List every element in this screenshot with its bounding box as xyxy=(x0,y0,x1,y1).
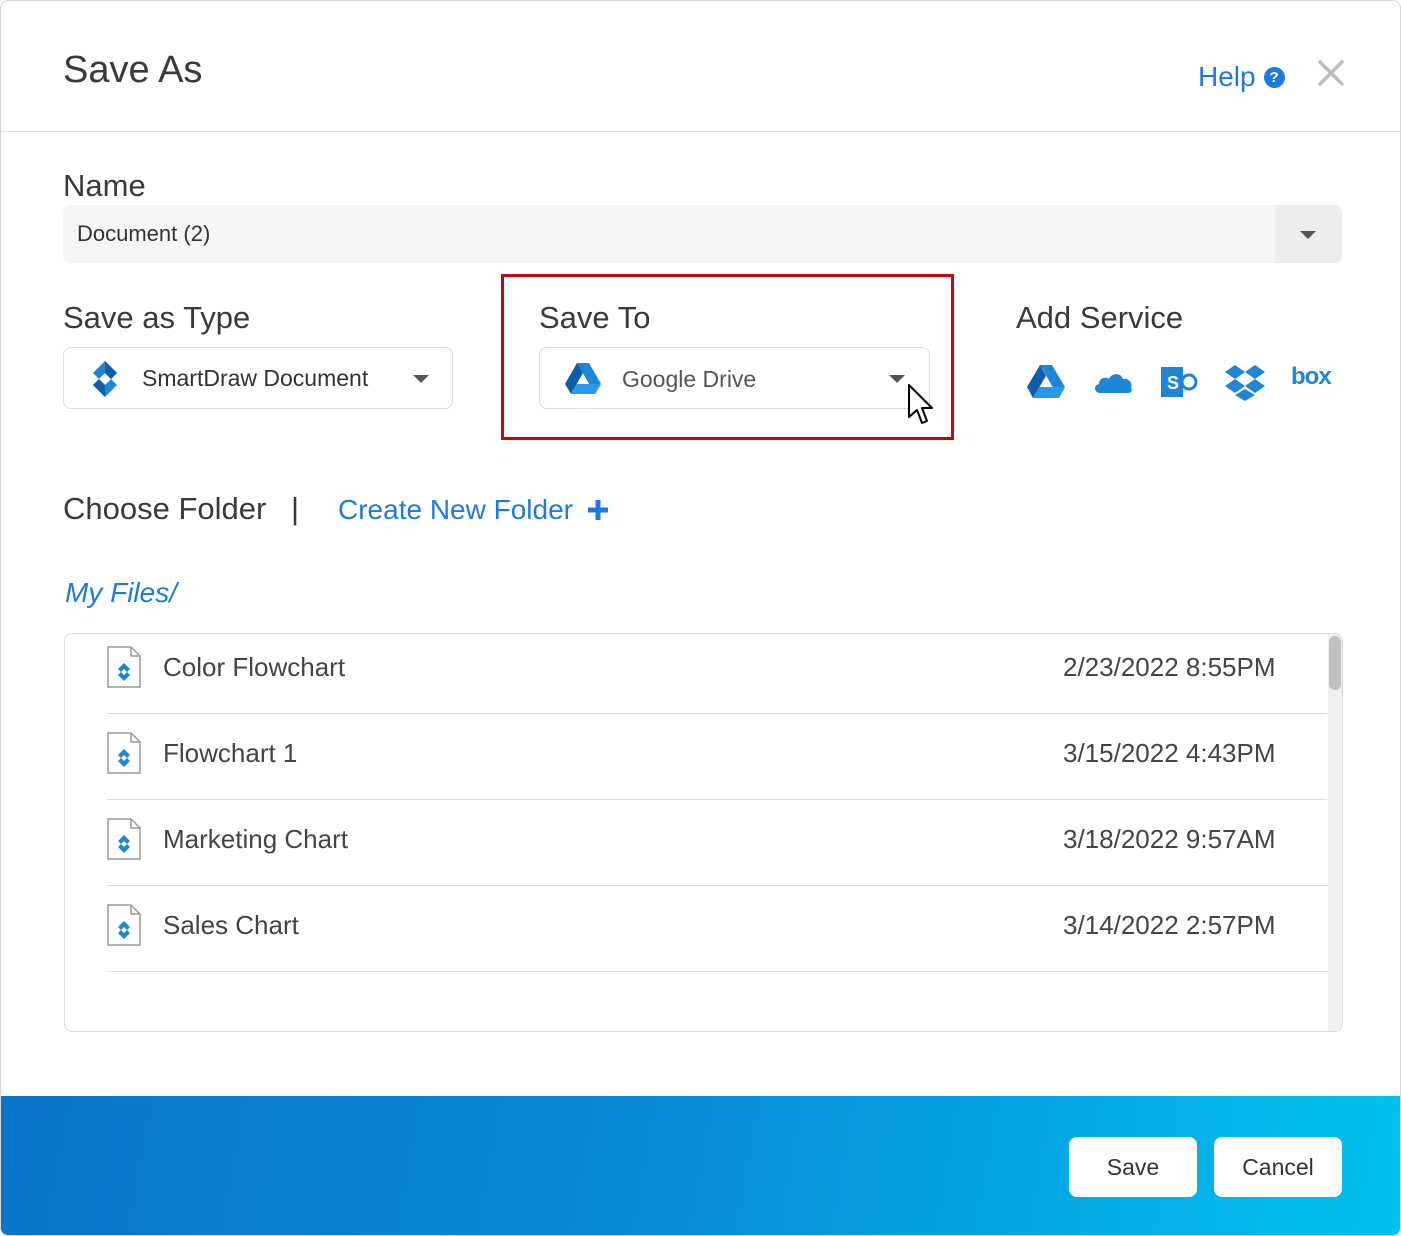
caret-down-icon xyxy=(889,375,905,383)
folder-separator: | xyxy=(291,491,300,526)
file-date: 3/18/2022 9:57AM xyxy=(1063,824,1276,854)
help-link[interactable]: Help ? xyxy=(1198,61,1285,93)
file-name: Marketing Chart xyxy=(163,824,348,854)
file-row[interactable]: Marketing Chart 3/18/2022 9:57AM xyxy=(107,800,1327,886)
onedrive-icon[interactable] xyxy=(1092,363,1134,401)
choose-folder-label: Choose Folder xyxy=(63,491,267,526)
file-date: 2/23/2022 8:55PM xyxy=(1063,652,1276,682)
file-name: Flowchart 1 xyxy=(163,738,298,768)
caret-down-icon xyxy=(1300,231,1316,239)
save-to-select[interactable]: Google Drive xyxy=(539,347,930,409)
smartdraw-file-icon xyxy=(107,646,141,688)
save-as-type-value: SmartDraw Document xyxy=(142,365,369,391)
add-service-label: Add Service xyxy=(1016,300,1184,335)
cancel-button[interactable]: Cancel xyxy=(1214,1137,1342,1197)
create-new-folder-link[interactable]: Create New Folder xyxy=(338,494,609,526)
breadcrumb[interactable]: My Files/ xyxy=(65,577,177,609)
scrollbar[interactable] xyxy=(1328,634,1342,1031)
help-label: Help xyxy=(1198,61,1256,92)
box-icon[interactable]: box xyxy=(1291,363,1332,391)
mouse-pointer-icon xyxy=(908,384,933,424)
save-button[interactable]: Save xyxy=(1069,1137,1197,1197)
file-name: Color Flowchart xyxy=(163,652,346,682)
save-to-label: Save To xyxy=(539,300,651,335)
name-input[interactable] xyxy=(63,205,1275,263)
dialog-title: Save As xyxy=(63,49,203,91)
create-new-folder-label: Create New Folder xyxy=(338,494,573,525)
dialog-header: Save As Help ? xyxy=(1,1,1400,132)
add-google-drive-icon[interactable] xyxy=(1026,363,1066,401)
file-date: 3/14/2022 2:57PM xyxy=(1063,910,1276,940)
name-dropdown-button[interactable] xyxy=(1275,205,1342,263)
scrollbar-thumb[interactable] xyxy=(1329,636,1341,690)
dialog-footer: Save Cancel xyxy=(1,1096,1400,1235)
svg-text:S: S xyxy=(1167,373,1179,393)
close-icon[interactable] xyxy=(1315,57,1347,89)
smartdraw-logo-icon xyxy=(93,361,117,397)
file-date: 3/15/2022 4:43PM xyxy=(1063,738,1276,768)
smartdraw-file-icon xyxy=(107,732,141,774)
question-circle-icon: ? xyxy=(1263,66,1285,88)
save-as-type-select[interactable]: SmartDraw Document xyxy=(63,347,453,409)
save-as-type-label: Save as Type xyxy=(63,300,251,335)
file-name: Sales Chart xyxy=(163,910,299,940)
sharepoint-icon[interactable]: S xyxy=(1159,363,1199,401)
smartdraw-file-icon xyxy=(107,818,141,860)
save-as-dialog: Save As Help ? Name Save as Type SmartDr… xyxy=(0,0,1401,1236)
dropbox-icon[interactable] xyxy=(1225,363,1265,401)
file-list: Color Flowchart 2/23/2022 8:55PM Flowcha… xyxy=(64,633,1343,1032)
file-row[interactable]: Color Flowchart 2/23/2022 8:55PM xyxy=(107,634,1327,714)
name-label: Name xyxy=(63,168,146,203)
google-drive-icon xyxy=(565,363,601,394)
caret-down-icon xyxy=(413,375,429,383)
smartdraw-file-icon xyxy=(107,904,141,946)
plus-icon xyxy=(587,500,608,520)
save-to-value: Google Drive xyxy=(622,366,757,392)
file-row[interactable]: Sales Chart 3/14/2022 2:57PM xyxy=(107,886,1327,972)
file-row[interactable]: Flowchart 1 3/15/2022 4:43PM xyxy=(107,714,1327,800)
